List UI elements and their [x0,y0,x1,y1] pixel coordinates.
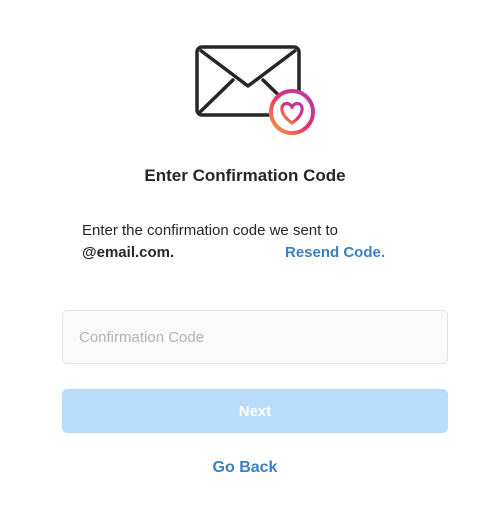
next-button[interactable]: Next [62,389,448,433]
confirmation-code-input[interactable] [62,310,448,364]
description-text: Enter the confirmation code we sent to [82,222,338,239]
envelope-heart-icon [193,44,321,136]
resend-code-link[interactable]: Resend Code. [285,242,385,264]
email-address: @email.com. [82,244,175,261]
confirmation-description: Enter the confirmation code we sent to @… [82,220,462,264]
confirmation-card: Enter Confirmation Code Enter the confir… [0,0,490,506]
go-back-link[interactable]: Go Back [0,458,490,478]
page-title: Enter Confirmation Code [144,166,346,185]
